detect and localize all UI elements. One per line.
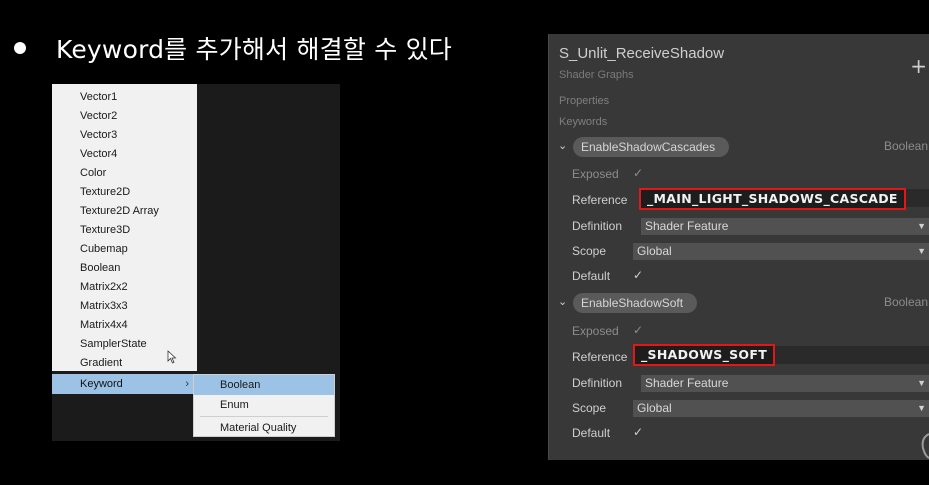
caret-down-icon: ▼ (917, 403, 926, 413)
keyword-name-pill[interactable]: EnableShadowCascades (573, 137, 730, 157)
exposed-label: Exposed (572, 167, 619, 181)
menu-item-boolean[interactable]: Boolean (52, 259, 197, 278)
exposed-check-icon[interactable]: ✓ (633, 323, 643, 337)
exposed-check-icon[interactable]: ✓ (633, 166, 643, 180)
menu-item-matrix3x3[interactable]: Matrix3x3 (52, 297, 197, 316)
definition-value: Shader Feature (645, 219, 729, 233)
scope-value: Global (637, 401, 672, 415)
scope-dropdown[interactable]: Global ▼ (633, 400, 929, 417)
menu-item-texture2d[interactable]: Texture2D (52, 183, 197, 202)
chevron-down-icon[interactable]: ⌄ (558, 295, 567, 308)
default-check-icon[interactable]: ✓ (633, 268, 643, 282)
menu-item-texture2d-array[interactable]: Texture2D Array (52, 202, 197, 221)
menu-item-vector2[interactable]: Vector2 (52, 107, 197, 126)
chevron-down-icon[interactable]: ⌄ (558, 139, 567, 152)
scope-value: Global (637, 244, 672, 258)
default-label: Default (572, 269, 611, 283)
slide-title-text: Keyword를 추가해서 해결할 수 있다 (56, 35, 452, 64)
graph-title: S_Unlit_ReceiveShadow (559, 45, 725, 62)
definition-value: Shader Feature (645, 376, 729, 390)
scope-label: Scope (572, 244, 607, 258)
menu-item-keyword-label: Keyword (80, 378, 123, 390)
submenu-item-enum[interactable]: Enum (194, 395, 334, 415)
menu-item-matrix4x4[interactable]: Matrix4x4 (52, 316, 197, 335)
definition-label: Definition (572, 219, 623, 233)
caret-down-icon: ▼ (917, 221, 926, 231)
mouse-cursor-icon (167, 350, 177, 364)
keyword-header-enable-shadow-cascades[interactable]: ⌄ EnableShadowCascades Boolean (549, 136, 929, 158)
reference-label: Reference (572, 350, 628, 364)
caret-down-icon: ▼ (917, 246, 926, 256)
definition-label: Definition (572, 376, 623, 390)
submenu-arrow-icon: › (185, 378, 189, 390)
submenu-item-material-quality[interactable]: Material Quality (194, 418, 334, 438)
caret-down-icon: ▼ (917, 378, 926, 388)
default-label: Default (572, 426, 611, 440)
add-property-button[interactable]: + (910, 54, 927, 78)
submenu-item-boolean[interactable]: Boolean (194, 375, 334, 395)
bullet-icon (14, 42, 26, 54)
resize-handle-icon[interactable] (917, 430, 929, 460)
keyword-type: Boolean (883, 139, 928, 153)
definition-dropdown[interactable]: Shader Feature ▼ (641, 375, 929, 392)
reference-label: Reference (572, 193, 628, 207)
menu-item-matrix2x2[interactable]: Matrix2x2 (52, 278, 197, 297)
menu-item-keyword[interactable]: Keyword › (52, 374, 197, 394)
keyword-type: Boolean (883, 295, 928, 309)
menu-item-vector1[interactable]: Vector1 (52, 88, 197, 107)
reference-input[interactable]: _SHADOWS_SOFT (633, 344, 776, 366)
menu-item-color[interactable]: Color (52, 164, 197, 183)
definition-dropdown[interactable]: Shader Feature ▼ (641, 218, 929, 235)
keyword-header-enable-shadow-soft[interactable]: ⌄ EnableShadowSoft Boolean (549, 292, 929, 314)
reference-input[interactable]: _MAIN_LIGHT_SHADOWS_CASCADE (639, 188, 906, 210)
scope-dropdown[interactable]: Global ▼ (633, 243, 929, 260)
keywords-section-label: Keywords (559, 116, 608, 128)
properties-section-label: Properties (559, 95, 610, 107)
shader-graph-blackboard: S_Unlit_ReceiveShadow Shader Graphs + Pr… (548, 34, 929, 460)
scope-label: Scope (572, 401, 607, 415)
submenu-divider (200, 416, 328, 417)
slide-title: Keyword를 추가해서 해결할 수 있다 (12, 30, 452, 66)
menu-item-vector4[interactable]: Vector4 (52, 145, 197, 164)
graph-subtitle: Shader Graphs (559, 69, 634, 81)
default-check-icon[interactable]: ✓ (633, 425, 643, 439)
keyword-submenu: Boolean Enum Material Quality (193, 374, 335, 437)
menu-item-cubemap[interactable]: Cubemap (52, 240, 197, 259)
create-property-menu: Vector1 Vector2 Vector3 Vector4 Color Te… (52, 84, 197, 371)
keyword-name-pill[interactable]: EnableShadowSoft (573, 293, 698, 313)
exposed-label: Exposed (572, 324, 619, 338)
menu-item-texture3d[interactable]: Texture3D (52, 221, 197, 240)
menu-item-vector3[interactable]: Vector3 (52, 126, 197, 145)
